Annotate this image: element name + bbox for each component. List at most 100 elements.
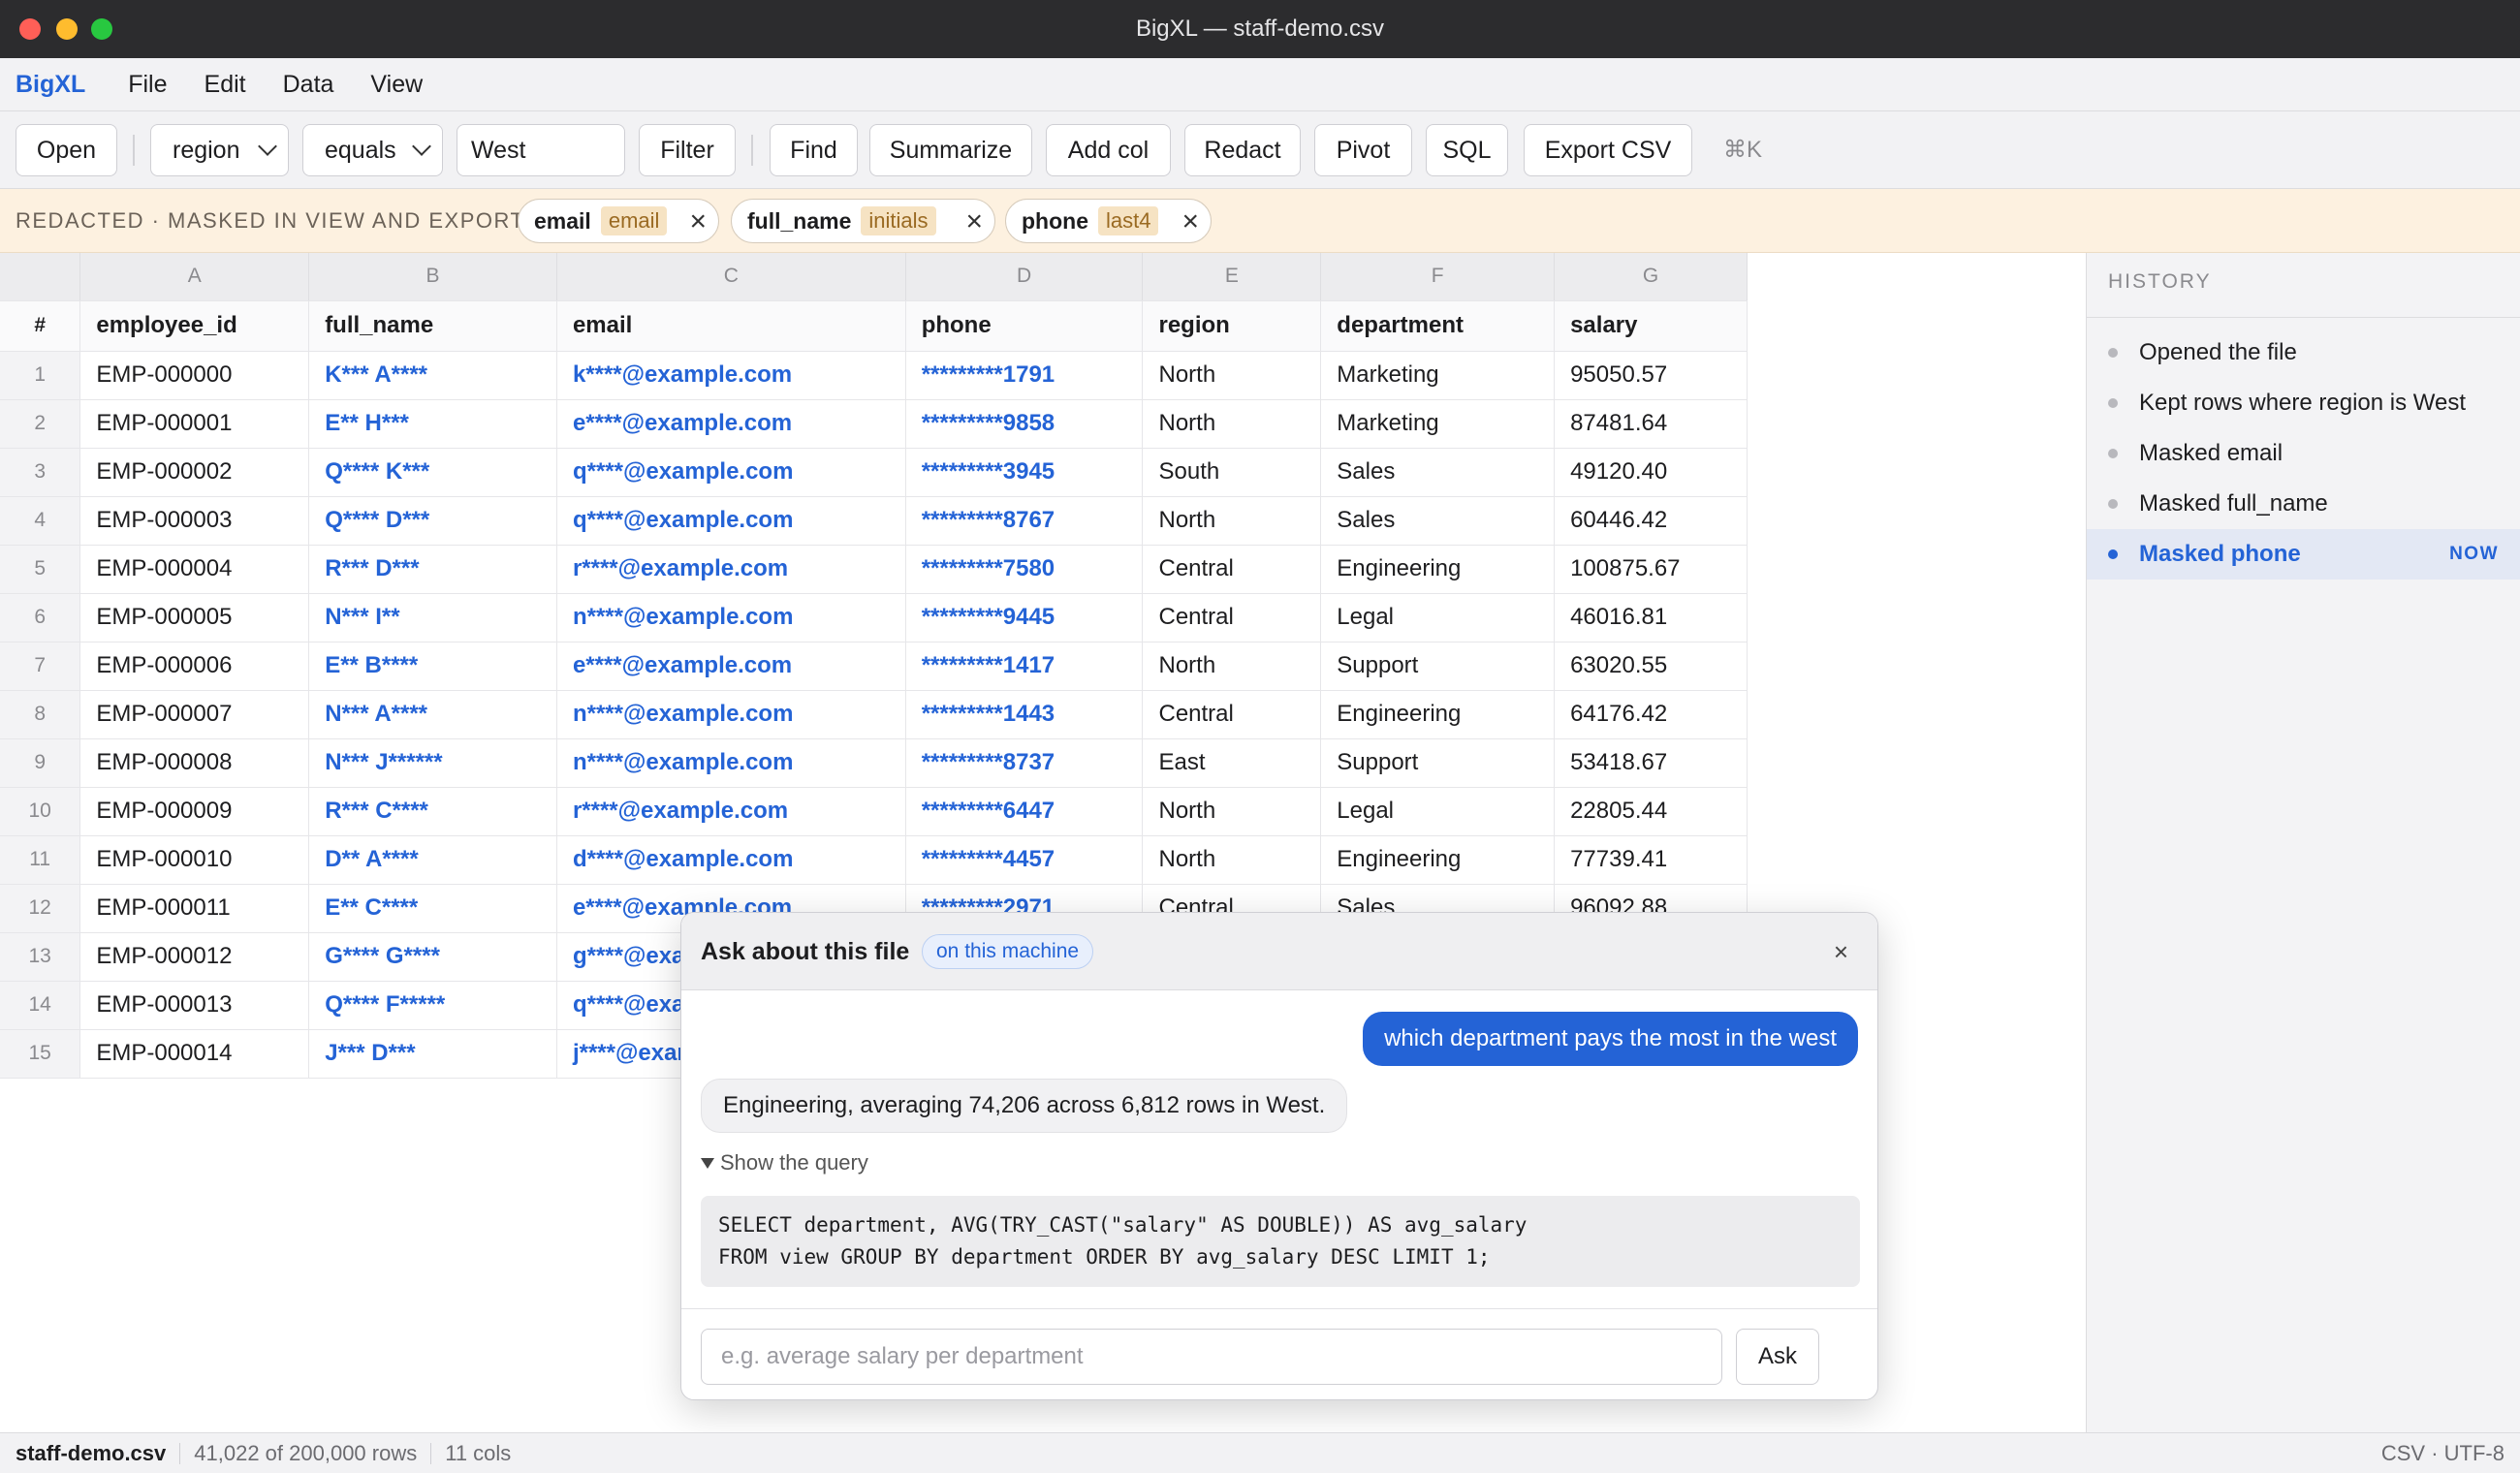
salary-cell[interactable]: 53418.67	[1554, 738, 1748, 788]
region-cell[interactable]: Central	[1142, 545, 1322, 594]
full-name-cell[interactable]: N*** A****	[308, 690, 557, 739]
pivot-button[interactable]: Pivot	[1314, 124, 1412, 176]
email-cell[interactable]: r****@example.com	[556, 545, 906, 594]
column-letter[interactable]: B	[308, 253, 557, 301]
add-col-button[interactable]: Add col	[1046, 124, 1171, 176]
full-name-cell[interactable]: N*** J******	[308, 738, 557, 788]
salary-cell[interactable]: 87481.64	[1554, 399, 1748, 449]
show-query-toggle[interactable]: Show the query	[701, 1150, 868, 1175]
region-cell[interactable]: Central	[1142, 690, 1322, 739]
full-name-cell[interactable]: Q**** F*****	[308, 981, 557, 1030]
table-row[interactable]: 4 EMP-000003 Q**** D*** q****@example.com **…	[0, 496, 1748, 546]
table-row[interactable]: 5 EMP-000004 R*** D*** r****@example.com ***…	[0, 545, 1748, 594]
summarize-button[interactable]: Summarize	[869, 124, 1032, 176]
employee-id-cell[interactable]: EMP-000008	[79, 738, 310, 788]
full-name-cell[interactable]: Q**** D***	[308, 496, 557, 546]
phone-cell[interactable]: *********4457	[905, 835, 1144, 885]
phone-cell[interactable]: *********7580	[905, 545, 1144, 594]
full-name-cell[interactable]: R*** D***	[308, 545, 557, 594]
remove-icon[interactable]: ×	[689, 207, 707, 236]
department-cell[interactable]: Engineering	[1320, 545, 1556, 594]
email-cell[interactable]: n****@example.com	[556, 738, 906, 788]
menu-file[interactable]: File	[128, 71, 167, 99]
full-name-cell[interactable]: E** C****	[308, 884, 557, 933]
column-header[interactable]: department	[1320, 300, 1556, 352]
phone-cell[interactable]: *********8767	[905, 496, 1144, 546]
menu-view[interactable]: View	[370, 71, 423, 99]
full-name-cell[interactable]: Q**** K***	[308, 448, 557, 497]
department-cell[interactable]: Marketing	[1320, 399, 1556, 449]
region-cell[interactable]: South	[1142, 448, 1322, 497]
salary-cell[interactable]: 77739.41	[1554, 835, 1748, 885]
history-item[interactable]: Opened the file	[2087, 328, 2520, 378]
column-header[interactable]: region	[1142, 300, 1322, 352]
phone-cell[interactable]: *********8737	[905, 738, 1144, 788]
salary-cell[interactable]: 49120.40	[1554, 448, 1748, 497]
department-cell[interactable]: Sales	[1320, 496, 1556, 546]
table-row[interactable]: 3 EMP-000002 Q**** K*** q****@example.com **…	[0, 448, 1748, 497]
history-item[interactable]: Masked full_name	[2087, 479, 2520, 529]
column-letter[interactable]: F	[1320, 253, 1556, 301]
employee-id-cell[interactable]: EMP-000000	[79, 351, 310, 400]
region-cell[interactable]: North	[1142, 787, 1322, 836]
department-cell[interactable]: Support	[1320, 738, 1556, 788]
full-name-cell[interactable]: G**** G****	[308, 932, 557, 982]
column-letter[interactable]: G	[1554, 253, 1748, 301]
region-cell[interactable]: North	[1142, 642, 1322, 691]
email-cell[interactable]: d****@example.com	[556, 835, 906, 885]
table-row[interactable]: 1 EMP-000000 K*** A**** k****@example.com **…	[0, 351, 1748, 400]
filter-button[interactable]: Filter	[639, 124, 736, 176]
history-item[interactable]: Masked email	[2087, 428, 2520, 479]
redaction-chip-full-name[interactable]: full_name initials ×	[731, 199, 995, 243]
department-cell[interactable]: Engineering	[1320, 690, 1556, 739]
salary-cell[interactable]: 22805.44	[1554, 787, 1748, 836]
table-row[interactable]: 11 EMP-000010 D** A**** d****@example.com **…	[0, 835, 1748, 885]
employee-id-cell[interactable]: EMP-000014	[79, 1029, 310, 1079]
history-item-current[interactable]: Masked phone NOW	[2087, 529, 2520, 580]
salary-cell[interactable]: 64176.42	[1554, 690, 1748, 739]
history-item[interactable]: Kept rows where region is West	[2087, 378, 2520, 428]
email-cell[interactable]: k****@example.com	[556, 351, 906, 400]
employee-id-cell[interactable]: EMP-000007	[79, 690, 310, 739]
column-header[interactable]: salary	[1554, 300, 1748, 352]
employee-id-cell[interactable]: EMP-000003	[79, 496, 310, 546]
column-header[interactable]: full_name	[308, 300, 557, 352]
redaction-chip-phone[interactable]: phone last4 ×	[1005, 199, 1212, 243]
close-icon[interactable]: ×	[1834, 913, 1848, 990]
column-header[interactable]: email	[556, 300, 906, 352]
employee-id-cell[interactable]: EMP-000004	[79, 545, 310, 594]
export-csv-button[interactable]: Export CSV	[1524, 124, 1692, 176]
email-cell[interactable]: e****@example.com	[556, 399, 906, 449]
employee-id-cell[interactable]: EMP-000005	[79, 593, 310, 642]
employee-id-cell[interactable]: EMP-000002	[79, 448, 310, 497]
redaction-chip-email[interactable]: email email ×	[518, 199, 719, 243]
column-header[interactable]: employee_id	[79, 300, 310, 352]
remove-icon[interactable]: ×	[965, 207, 983, 236]
command-palette-shortcut[interactable]: ⌘K	[1723, 124, 1762, 176]
region-cell[interactable]: Central	[1142, 593, 1322, 642]
department-cell[interactable]: Engineering	[1320, 835, 1556, 885]
department-cell[interactable]: Support	[1320, 642, 1556, 691]
phone-cell[interactable]: *********1417	[905, 642, 1144, 691]
operator-select[interactable]: equals	[302, 124, 443, 176]
region-cell[interactable]: North	[1142, 399, 1322, 449]
open-button[interactable]: Open	[16, 124, 117, 176]
salary-cell[interactable]: 60446.42	[1554, 496, 1748, 546]
menu-edit[interactable]: Edit	[205, 71, 246, 99]
email-cell[interactable]: n****@example.com	[556, 690, 906, 739]
filter-value-input[interactable]: West	[457, 124, 625, 176]
email-cell[interactable]: r****@example.com	[556, 787, 906, 836]
ask-input[interactable]: e.g. average salary per department	[701, 1329, 1722, 1385]
app-brand[interactable]: BigXL	[16, 71, 85, 99]
email-cell[interactable]: e****@example.com	[556, 642, 906, 691]
email-cell[interactable]: q****@example.com	[556, 448, 906, 497]
full-name-cell[interactable]: E** H***	[308, 399, 557, 449]
employee-id-cell[interactable]: EMP-000010	[79, 835, 310, 885]
sql-button[interactable]: SQL	[1426, 124, 1508, 176]
email-cell[interactable]: q****@example.com	[556, 496, 906, 546]
table-row[interactable]: 7 EMP-000006 E** B**** e****@example.com ***…	[0, 642, 1748, 691]
email-cell[interactable]: n****@example.com	[556, 593, 906, 642]
column-letter[interactable]: C	[556, 253, 906, 301]
salary-cell[interactable]: 46016.81	[1554, 593, 1748, 642]
region-cell[interactable]: North	[1142, 835, 1322, 885]
